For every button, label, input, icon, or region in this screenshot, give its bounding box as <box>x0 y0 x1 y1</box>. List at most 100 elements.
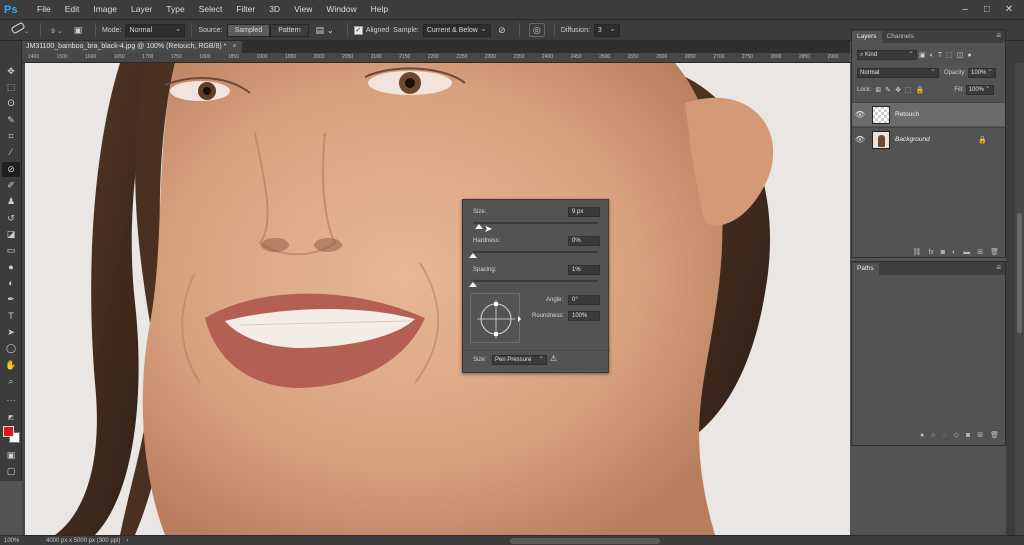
filter-smart-object-icon[interactable]: ◫ <box>957 51 964 59</box>
layer-row-retouch[interactable]: 👁 Retouch <box>852 102 1005 126</box>
link-layers-icon[interactable]: ⛓ <box>912 248 921 256</box>
brush-size-slider-thumb[interactable] <box>475 224 483 229</box>
clone-source-panel-icon[interactable]: ▣ <box>70 22 86 38</box>
source-sampled-button[interactable]: Sampled <box>226 23 271 37</box>
scrollbar-thumb[interactable] <box>1017 213 1022 333</box>
brush-tool-icon[interactable]: ✐ <box>2 178 20 193</box>
layer-row-background[interactable]: 👁 Background 🔒 <box>852 127 1005 151</box>
aligned-checkbox[interactable]: ✓ <box>353 25 363 35</box>
document-tab[interactable]: JM31100_bamboo_bra_black-4.jpg @ 100% (R… <box>22 41 243 53</box>
menu-image[interactable]: Image <box>86 0 124 19</box>
vertical-scrollbar[interactable] <box>1015 63 1024 535</box>
layer-style-icon[interactable]: fx <box>928 249 933 256</box>
visibility-eye-icon[interactable]: 👁 <box>852 110 868 119</box>
filter-type-icon[interactable]: T <box>938 52 942 59</box>
spacing-slider-track[interactable] <box>473 280 598 282</box>
lock-artboard-icon[interactable]: ⬚ <box>905 86 912 94</box>
menu-type[interactable]: Type <box>159 0 191 19</box>
tab-layers[interactable]: Layers <box>852 31 882 43</box>
menu-file[interactable]: File <box>30 0 58 19</box>
filter-adjustment-icon[interactable]: ◐ <box>930 52 934 59</box>
load-selection-icon[interactable]: ◌ <box>942 432 946 439</box>
spacing-field[interactable]: 1% <box>568 265 600 275</box>
menu-edit[interactable]: Edit <box>58 0 87 19</box>
new-path-icon[interactable]: ⊞ <box>977 431 983 439</box>
crop-tool-icon[interactable]: ⌗ <box>2 129 20 144</box>
stroke-path-icon[interactable]: ○ <box>931 432 935 439</box>
eyedropper-tool-icon[interactable]: ⁄ <box>2 145 20 160</box>
hardness-slider-thumb[interactable] <box>469 253 477 258</box>
brush-picker[interactable]: 9 ⌄ <box>47 21 67 39</box>
fill-path-icon[interactable]: ● <box>920 432 924 439</box>
more-tools-icon[interactable]: ··· <box>2 393 20 408</box>
angle-field[interactable]: 0° <box>568 295 600 305</box>
trash-icon[interactable]: 🗑 <box>990 248 999 256</box>
menu-select[interactable]: Select <box>192 0 230 19</box>
visibility-eye-icon[interactable]: 👁 <box>852 135 868 144</box>
close-tab-icon[interactable]: × <box>232 43 236 50</box>
clone-stamp-tool-icon[interactable]: ♟ <box>2 194 20 209</box>
menu-help[interactable]: Help <box>364 0 395 19</box>
zoom-level[interactable]: 100% <box>0 538 36 544</box>
add-mask-icon[interactable]: ◙ <box>941 249 945 256</box>
lock-all-icon[interactable]: 🔒 <box>916 86 925 94</box>
panel-menu-icon[interactable]: ≡ <box>996 263 1001 272</box>
menu-layer[interactable]: Layer <box>124 0 159 19</box>
tab-paths[interactable]: Paths <box>852 263 879 275</box>
foreground-color-swatch[interactable] <box>3 426 14 437</box>
adjustment-layer-icon[interactable]: ◐ <box>952 249 956 256</box>
path-select-tool-icon[interactable]: ➤ <box>2 325 20 340</box>
hand-tool-icon[interactable]: ✋ <box>2 358 20 373</box>
brush-angle-preview[interactable] <box>470 293 521 343</box>
mode-dropdown[interactable]: Normal <box>125 23 186 37</box>
add-mask-icon[interactable]: ◙ <box>966 432 970 439</box>
pen-tool-icon[interactable]: ✒ <box>2 292 20 307</box>
maximize-button[interactable]: □ <box>976 0 998 19</box>
tool-preset-picker[interactable]: ⌄ <box>4 21 34 39</box>
source-pattern-button[interactable]: Pattern <box>270 23 309 37</box>
filter-shape-icon[interactable]: ⬚ <box>946 51 953 59</box>
lock-position-icon[interactable]: ✥ <box>895 86 901 94</box>
panel-menu-icon[interactable]: ≡ <box>996 31 1001 40</box>
brush-size-field[interactable]: 9 px <box>568 207 600 217</box>
menu-window[interactable]: Window <box>319 0 363 19</box>
document-canvas[interactable] <box>25 63 850 535</box>
blend-mode-dropdown[interactable]: Normal <box>857 66 939 78</box>
lock-transparent-icon[interactable]: ⊠ <box>875 86 881 94</box>
ignore-adjustment-layers-icon[interactable]: ⊘ <box>494 22 510 38</box>
history-brush-tool-icon[interactable]: ↺ <box>2 211 20 226</box>
filter-kind-dropdown[interactable]: ⌕ Kind <box>857 48 917 60</box>
lasso-tool-icon[interactable]: ʘ <box>2 96 20 111</box>
roundness-field[interactable]: 100% <box>568 311 600 321</box>
spacing-slider-thumb[interactable] <box>469 282 477 287</box>
menu-view[interactable]: View <box>287 0 319 19</box>
blur-tool-icon[interactable]: ● <box>2 260 20 275</box>
sample-dropdown[interactable]: Current & Below <box>422 23 491 37</box>
quick-mask-icon[interactable]: ▣ <box>2 448 20 463</box>
pattern-picker-icon[interactable]: ▤ ⌄ <box>312 22 338 38</box>
zoom-tool-icon[interactable]: ⌕ <box>2 374 20 389</box>
horizontal-scrollbar[interactable] <box>510 538 660 544</box>
fill-field[interactable]: 100% <box>965 83 994 95</box>
move-tool-icon[interactable]: ✥ <box>2 64 20 79</box>
diffusion-dropdown[interactable]: 3 <box>593 23 620 37</box>
marquee-tool-icon[interactable]: ⬚ <box>2 80 20 95</box>
filter-pixel-icon[interactable]: ▣ <box>919 51 926 59</box>
filter-toggle-icon[interactable]: ● <box>967 52 971 59</box>
screen-mode-icon[interactable]: ▢ <box>2 464 20 479</box>
lock-image-icon[interactable]: ✎ <box>885 86 891 94</box>
close-button[interactable]: ✕ <box>998 0 1020 19</box>
make-work-path-icon[interactable]: ◇ <box>954 431 959 439</box>
chevron-right-icon[interactable]: › <box>126 538 128 544</box>
trash-icon[interactable]: 🗑 <box>990 431 999 439</box>
shape-tool-icon[interactable]: ◯ <box>2 341 20 356</box>
minimize-button[interactable]: – <box>954 0 976 19</box>
size-control-dropdown[interactable]: Pen Pressure <box>492 353 547 365</box>
quick-select-tool-icon[interactable]: ✎ <box>2 113 20 128</box>
eraser-tool-icon[interactable]: ◪ <box>2 227 20 242</box>
new-layer-icon[interactable]: ⊞ <box>977 248 983 256</box>
new-group-icon[interactable]: ▬ <box>963 249 970 256</box>
healing-brush-tool-icon[interactable]: ⊘ <box>2 162 20 177</box>
gradient-tool-icon[interactable]: ▭ <box>2 243 20 258</box>
hardness-field[interactable]: 0% <box>568 236 600 246</box>
